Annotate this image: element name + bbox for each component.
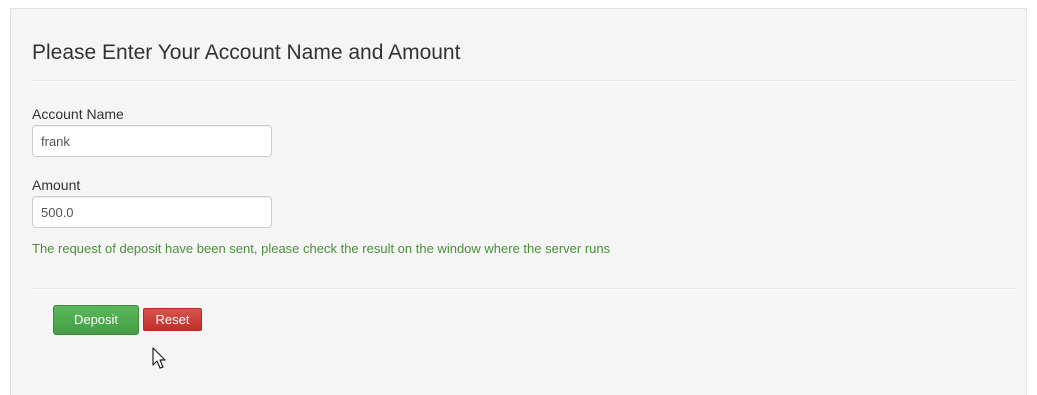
reset-button[interactable]: Reset [143, 308, 202, 331]
account-name-input[interactable] [32, 125, 272, 157]
mouse-pointer-icon [152, 347, 166, 369]
account-name-label: Account Name [32, 106, 124, 122]
deposit-button[interactable]: Deposit [53, 305, 139, 335]
amount-input[interactable] [32, 196, 272, 228]
form-panel: Please Enter Your Account Name and Amoun… [10, 8, 1027, 395]
title-divider [32, 80, 1017, 82]
form-title: Please Enter Your Account Name and Amoun… [32, 41, 461, 64]
amount-label: Amount [32, 177, 81, 193]
status-message: The request of deposit have been sent, p… [32, 241, 611, 256]
actions-divider [32, 288, 1017, 290]
